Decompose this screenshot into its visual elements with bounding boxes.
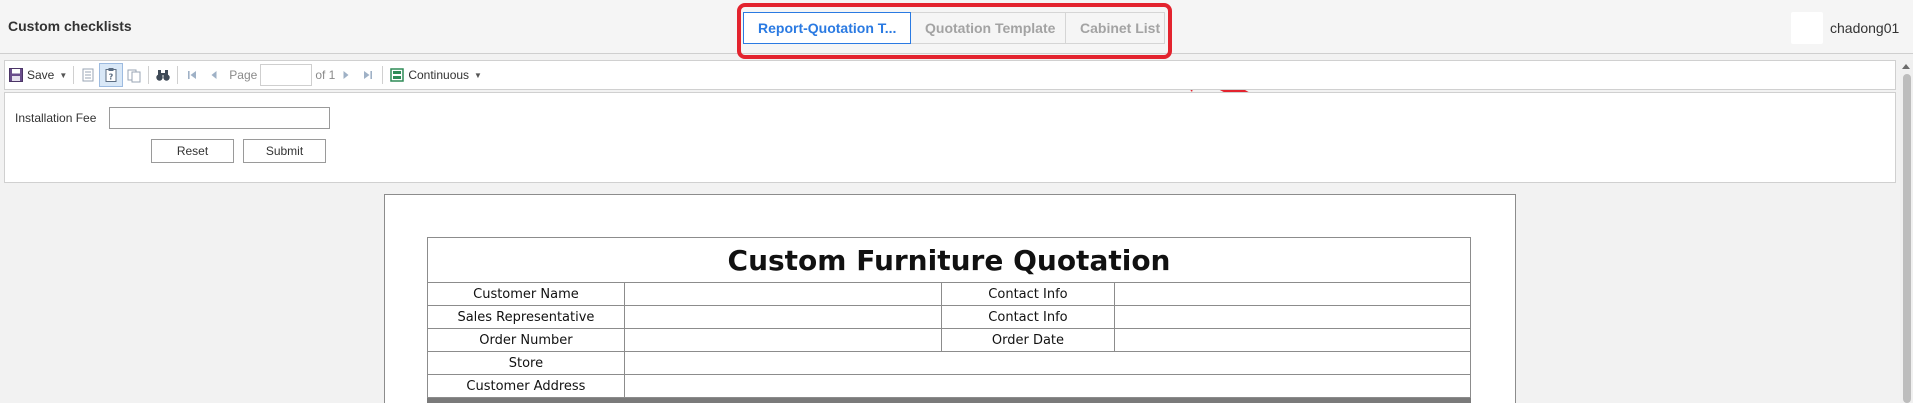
- chevron-right-icon: [343, 71, 349, 79]
- previous-page-button[interactable]: [203, 63, 225, 87]
- table-row: Customer Address: [427, 374, 1472, 398]
- copy-button[interactable]: [123, 63, 145, 87]
- document-lines-icon: [82, 68, 94, 82]
- installation-fee-label: Installation Fee: [15, 111, 97, 125]
- order-date-value: [1114, 328, 1471, 352]
- toolbar-divider: [73, 66, 75, 84]
- avatar[interactable]: [1791, 12, 1823, 44]
- app-root: Custom checklists Report-Quotation T... …: [0, 0, 1913, 403]
- order-number-label: Order Number: [427, 328, 625, 352]
- last-page-button[interactable]: [357, 63, 379, 87]
- save-button[interactable]: Save ▼: [5, 63, 70, 87]
- customer-name-value: [623, 282, 942, 306]
- binoculars-icon: [156, 70, 170, 81]
- quotation-table: Custom Furniture Quotation Customer Name…: [427, 237, 1472, 403]
- vertical-scrollbar[interactable]: [1900, 60, 1913, 403]
- store-value: [623, 351, 1472, 375]
- chevron-left-icon: [211, 71, 217, 79]
- chevron-down-icon: ▼: [59, 70, 68, 80]
- scroll-up-icon[interactable]: [1902, 64, 1910, 69]
- prompt-button[interactable]: ?: [99, 63, 124, 87]
- reset-button[interactable]: Reset: [151, 139, 234, 163]
- svg-text:?: ?: [109, 73, 114, 82]
- sales-representative-value: [623, 305, 942, 329]
- find-button[interactable]: [152, 63, 174, 87]
- report-toolbar: Save ▼ ? Page of 1 Continuous ▼: [4, 60, 1896, 90]
- next-page-button[interactable]: [335, 63, 357, 87]
- chevron-down-icon: ▼: [474, 70, 482, 80]
- toolbar-divider: [382, 66, 384, 84]
- save-icon: [9, 68, 23, 82]
- first-page-button[interactable]: [181, 63, 203, 87]
- tab-report-quotation[interactable]: Report-Quotation T...: [743, 12, 911, 44]
- page-number-input[interactable]: [260, 64, 313, 86]
- customer-address-value: [623, 374, 1472, 398]
- toolbar-divider: [177, 66, 179, 84]
- page-view-icon: [390, 68, 405, 82]
- table-row: Sales Representative Contact Info: [427, 305, 1471, 329]
- order-number-value: [623, 328, 942, 352]
- last-page-icon: [364, 71, 373, 79]
- page-count-label: of 1: [315, 68, 336, 82]
- copy-pages-icon: [127, 69, 141, 83]
- parameters-panel: Installation Fee Reset Submit: [4, 92, 1896, 183]
- customer-address-label: Customer Address: [427, 374, 625, 398]
- view-mode-dropdown[interactable]: Continuous ▼: [386, 63, 485, 87]
- view-mode-label: Continuous: [408, 68, 470, 82]
- table-row: Customer Name Contact Info: [427, 282, 1471, 306]
- contact-info-value: [1114, 305, 1471, 329]
- sales-representative-label: Sales Representative: [427, 305, 625, 329]
- report-page: Custom Furniture Quotation Customer Name…: [384, 194, 1516, 403]
- contact-info-value: [1114, 282, 1471, 306]
- contact-info-label: Contact Info: [940, 305, 1116, 329]
- toolbar-divider: [148, 66, 150, 84]
- first-page-icon: [188, 71, 197, 79]
- contact-info-label: Contact Info: [940, 282, 1116, 306]
- save-label: Save: [27, 68, 55, 82]
- customer-name-label: Customer Name: [427, 282, 625, 306]
- table-row: Order Number Order Date: [427, 328, 1471, 352]
- table-row: Store: [427, 351, 1472, 375]
- parameters-button[interactable]: [77, 63, 99, 87]
- report-title: Custom Furniture Quotation: [427, 237, 1471, 283]
- app-title: Custom checklists: [8, 18, 132, 34]
- scrollbar-thumb[interactable]: [1903, 74, 1911, 403]
- username[interactable]: chadong01: [1830, 20, 1899, 36]
- order-date-label: Order Date: [940, 328, 1116, 352]
- installation-fee-input[interactable]: [109, 107, 330, 129]
- submit-button[interactable]: Submit: [243, 139, 326, 163]
- store-label: Store: [427, 351, 625, 375]
- clipboard-question-icon: ?: [105, 68, 117, 82]
- table-header-row: [427, 397, 1471, 403]
- page-label: Page: [229, 68, 258, 82]
